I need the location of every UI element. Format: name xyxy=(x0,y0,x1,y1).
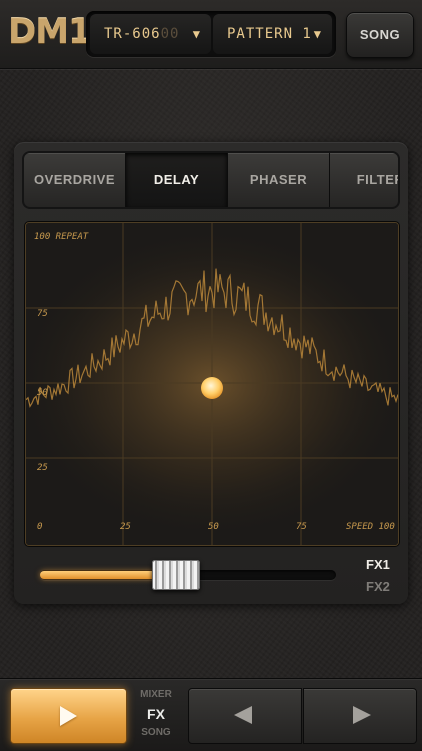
play-button[interactable] xyxy=(10,688,127,744)
kit-pattern-selector: TR-60600 ▼ PATTERN 1 ▼ xyxy=(86,11,336,57)
kit-ghost-digits: 00 xyxy=(160,26,180,42)
x-tick-25: 25 xyxy=(120,522,131,532)
y-axis-title: 100 REPEAT xyxy=(34,232,89,242)
tab-phaser[interactable]: PHASER xyxy=(228,153,330,207)
pattern-label: PATTERN 1 xyxy=(227,26,312,42)
xy-cursor-dot[interactable] xyxy=(201,377,223,399)
triangle-down-icon: ▼ xyxy=(313,27,322,41)
play-icon xyxy=(60,706,77,726)
y-tick-75: 75 xyxy=(37,309,48,319)
x-tick-0: 0 xyxy=(37,522,43,532)
triangle-down-icon: ▼ xyxy=(192,27,201,41)
next-icon xyxy=(353,706,371,724)
x-tick-75: 75 xyxy=(296,522,307,532)
y-tick-25: 25 xyxy=(37,463,48,473)
mode-fx[interactable]: FX xyxy=(130,706,182,722)
xy-pad[interactable]: 100 REPEAT 75 50 25 0 25 50 75 SPEED 100 xyxy=(25,222,399,546)
previous-button[interactable] xyxy=(188,688,302,744)
app-logo: DM1 xyxy=(8,12,92,52)
song-button[interactable]: SONG xyxy=(346,12,414,58)
tab-overdrive[interactable]: OVERDRIVE xyxy=(24,153,126,207)
top-bar: DM1 TR-60600 ▼ PATTERN 1 ▼ SONG xyxy=(0,0,422,69)
x-tick-50: 50 xyxy=(208,522,219,532)
xy-pad-graphic xyxy=(26,223,398,545)
y-tick-50: 50 xyxy=(37,388,48,398)
next-button[interactable] xyxy=(303,688,417,744)
kit-label: TR-606 xyxy=(104,26,161,42)
mode-song[interactable]: SONG xyxy=(130,727,182,738)
fx2-toggle[interactable]: FX2 xyxy=(366,579,390,594)
slider-fill xyxy=(40,571,171,579)
mode-mixer[interactable]: MIXER xyxy=(130,689,182,700)
prev-icon xyxy=(234,706,252,724)
pattern-dropdown[interactable]: PATTERN 1 ▼ xyxy=(213,14,332,54)
kit-dropdown[interactable]: TR-60600 ▼ xyxy=(90,14,211,54)
tab-delay[interactable]: DELAY xyxy=(126,153,228,207)
x-axis-title: SPEED 100 xyxy=(346,522,395,532)
tab-filter[interactable]: FILTER xyxy=(330,153,398,207)
slider-thumb[interactable] xyxy=(152,560,201,590)
fx1-toggle[interactable]: FX1 xyxy=(366,557,390,572)
fx-tabs: OVERDRIVE DELAY PHASER FILTER xyxy=(24,153,398,207)
